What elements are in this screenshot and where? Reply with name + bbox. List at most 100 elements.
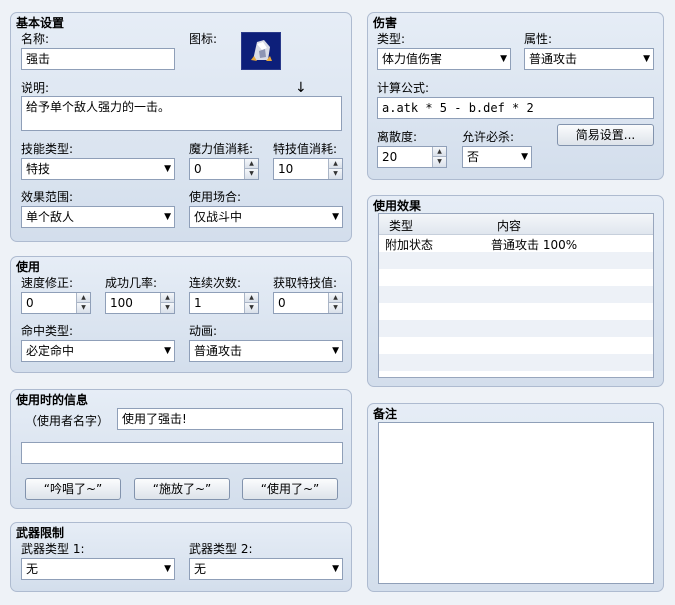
use-message-button[interactable]: “使用了~” [242,478,338,500]
spin-up-icon[interactable]: ▲ [432,147,446,157]
tp-gain-stepper[interactable]: 0 ▲ ▼ [273,292,343,314]
speed-stepper[interactable]: 0 ▲ ▼ [21,292,91,314]
table-row[interactable] [379,303,653,320]
table-row[interactable] [379,337,653,354]
variance-stepper[interactable]: 20 ▲ ▼ [377,146,447,168]
mp-cost-value: 0 [194,162,202,176]
success-stepper[interactable]: 100 ▲ ▼ [105,292,175,314]
chevron-down-icon: ▼ [521,152,528,162]
spin-up-icon[interactable]: ▲ [328,159,342,169]
weapon-type2-label: 武器类型 2: [189,542,253,556]
spin-up-icon[interactable]: ▲ [244,159,258,169]
col-type-header: 类型 [389,219,414,233]
mp-cost-label: 魔力值消耗: [189,142,254,156]
spin-up-icon[interactable]: ▲ [328,293,342,303]
effect-content-cell: 普通攻击 100% [491,238,578,252]
table-row[interactable]: 附加状态 普通攻击 100% [379,235,653,252]
spin-up-icon[interactable]: ▲ [76,293,90,303]
element-select[interactable]: 普通攻击 ▼ [524,48,654,70]
table-row[interactable] [379,320,653,337]
table-row[interactable] [379,269,653,286]
table-row[interactable] [379,252,653,269]
spin-down-icon[interactable]: ▼ [432,157,446,167]
chevron-down-icon: ▼ [643,54,650,64]
note-title: 备注 [373,407,398,421]
critical-select[interactable]: 否 ▼ [462,146,532,168]
perform-message-button[interactable]: “施放了~” [134,478,230,500]
animation-select[interactable]: 普通攻击 ▼ [189,340,343,362]
message-title: 使用时的信息 [16,393,89,407]
spin-down-icon[interactable]: ▼ [328,303,342,313]
scope-value: 单个敌人 [26,210,75,224]
tp-gain-label: 获取特技值: [273,276,338,290]
hit-type-select[interactable]: 必定命中 ▼ [21,340,175,362]
formula-input[interactable]: a.atk * 5 - b.def * 2 [377,97,654,119]
mp-cost-stepper[interactable]: 0 ▲ ▼ [189,158,259,180]
damage-type-label: 类型: [377,32,406,46]
occasion-label: 使用场合: [189,190,242,204]
weapon-type2-select[interactable]: 无 ▼ [189,558,343,580]
name-label: 名称: [21,32,50,46]
spin-down-icon[interactable]: ▼ [244,303,258,313]
invocation-panel: 使用 速度修正: 0 ▲ ▼ 成功几率: 100 ▲ ▼ 连续次数: 1 ▲ ▼… [10,256,352,373]
skill-icon [242,33,280,69]
damage-type-value: 体力值伤害 [382,52,443,66]
critical-value: 否 [467,150,480,164]
repeat-stepper[interactable]: 1 ▲ ▼ [189,292,259,314]
occasion-select[interactable]: 仅战斗中 ▼ [189,206,343,228]
effects-title: 使用效果 [373,199,422,213]
success-value: 100 [110,296,133,310]
chevron-down-icon: ▼ [332,564,339,574]
damage-title: 伤害 [373,16,398,30]
animation-value: 普通攻击 [194,344,243,358]
hit-type-value: 必定命中 [26,344,75,358]
spin-up-icon[interactable]: ▲ [244,293,258,303]
cast-message-button[interactable]: “吟唱了~” [25,478,121,500]
effects-table-header: 类型 内容 [379,214,653,235]
chevron-down-icon: ▼ [332,212,339,222]
scope-label: 效果范围: [21,190,74,204]
repeat-value: 1 [194,296,202,310]
scope-select[interactable]: 单个敌人 ▼ [21,206,175,228]
message-line2-input[interactable] [21,442,343,464]
weapon-type1-label: 武器类型 1: [21,542,85,556]
spin-down-icon[interactable]: ▼ [244,169,258,179]
effects-panel: 使用效果 类型 内容 附加状态 普通攻击 100% [367,195,664,387]
easy-setup-button[interactable]: 简易设置... [557,124,654,146]
chevron-down-icon: ▼ [164,564,171,574]
effects-table[interactable]: 类型 内容 附加状态 普通攻击 100% [378,213,654,378]
spin-up-icon[interactable]: ▲ [160,293,174,303]
description-textarea[interactable]: 给予单个敌人强力的一击。 [21,96,342,131]
tp-cost-stepper[interactable]: 10 ▲ ▼ [273,158,343,180]
formula-label: 计算公式: [377,81,430,95]
user-name-label: （使用者名字） [25,414,110,428]
skill-icon-button[interactable] [241,32,281,70]
variance-label: 离散度: [377,130,418,144]
spin-down-icon[interactable]: ▼ [160,303,174,313]
message-panel: 使用时的信息 （使用者名字） 使用了强击! “吟唱了~” “施放了~” “使用了… [10,389,352,509]
table-row[interactable] [379,354,653,371]
chevron-down-icon: ▼ [332,346,339,356]
tp-cost-value: 10 [278,162,294,176]
speed-label: 速度修正: [21,276,74,290]
name-input[interactable]: 强击 [21,48,175,70]
animation-label: 动画: [189,324,218,338]
col-content-header: 内容 [497,219,522,233]
invocation-title: 使用 [16,260,41,274]
spin-down-icon[interactable]: ▼ [76,303,90,313]
weapon-type1-select[interactable]: 无 ▼ [21,558,175,580]
weapon-type2-value: 无 [194,562,207,576]
note-textarea[interactable] [378,422,654,584]
chevron-down-icon: ▼ [500,54,507,64]
spin-down-icon[interactable]: ▼ [328,169,342,179]
critical-label: 允许必杀: [462,130,515,144]
skill-type-select[interactable]: 特技 ▼ [21,158,175,180]
chevron-down-icon: ▼ [164,346,171,356]
damage-type-select[interactable]: 体力值伤害 ▼ [377,48,511,70]
message-line1-input[interactable]: 使用了强击! [117,408,343,430]
variance-value: 20 [382,150,398,164]
damage-panel: 伤害 类型: 体力值伤害 ▼ 属性: 普通攻击 ▼ 计算公式: a.atk * … [367,12,664,180]
tp-gain-value: 0 [278,296,286,310]
effect-type-cell: 附加状态 [385,238,434,252]
table-row[interactable] [379,286,653,303]
